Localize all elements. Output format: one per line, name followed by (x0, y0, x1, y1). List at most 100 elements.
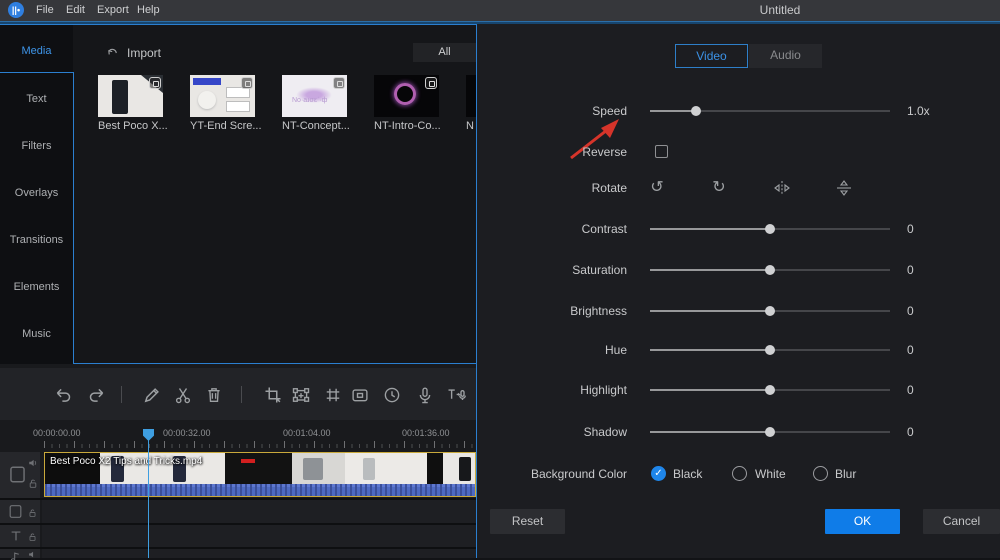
shadow-label: Shadow (477, 425, 627, 439)
video-track-2[interactable] (42, 500, 476, 523)
video-track-2-header (0, 500, 40, 523)
media-clip-thumbnail[interactable] (374, 75, 439, 117)
sidebar-item-transitions[interactable]: Transitions (0, 234, 73, 250)
redo-icon[interactable] (87, 385, 107, 405)
video-track-1-header (0, 452, 40, 498)
hue-slider[interactable] (650, 349, 890, 351)
menu-export[interactable]: Export (91, 0, 135, 21)
rotate-ccw-icon[interactable]: ↺ (645, 177, 669, 199)
menu-edit[interactable]: Edit (60, 0, 91, 21)
radio-blur[interactable] (813, 466, 828, 481)
radio-black-label[interactable]: Black (673, 467, 702, 481)
ruler-timestamp: 00:00:00.00 (33, 428, 81, 438)
reverse-label: Reverse (477, 145, 627, 159)
media-clip-thumbnail[interactable] (98, 75, 163, 117)
reset-button[interactable]: Reset (490, 509, 565, 534)
voiceover-icon[interactable] (415, 385, 435, 405)
ok-button[interactable]: OK (825, 509, 900, 534)
import-icon (105, 46, 120, 61)
media-clip-name: N (466, 120, 476, 132)
undo-icon[interactable] (53, 385, 73, 405)
text-track-icon (9, 529, 23, 543)
timeline-clip[interactable]: Best Poco X2 Tips and Tricks.mp4 (44, 452, 476, 497)
media-selection-border (73, 72, 74, 364)
sidebar-item-elements[interactable]: Elements (0, 281, 73, 297)
rotate-cw-icon[interactable]: ↻ (707, 177, 731, 199)
contrast-value: 0 (907, 222, 947, 236)
timeline-ruler[interactable] (44, 441, 476, 448)
playhead[interactable] (148, 437, 149, 558)
zoom-frame-icon[interactable] (291, 385, 311, 405)
media-filter-dropdown[interactable]: All (413, 43, 476, 62)
media-clip-thumbnail[interactable] (190, 75, 255, 117)
ruler-timestamp: 00:01:36.00 (402, 428, 450, 438)
shadow-slider[interactable] (650, 431, 890, 433)
sidebar-item-filters[interactable]: Filters (0, 140, 73, 156)
mosaic-icon[interactable] (323, 385, 343, 405)
video-type-badge-icon (149, 77, 161, 89)
freeze-frame-icon[interactable] (350, 385, 370, 405)
brightness-slider[interactable] (650, 310, 890, 312)
rotate-label: Rotate (477, 181, 627, 195)
media-clip-name: YT-End Scre... (190, 120, 270, 132)
media-clip-thumbnail[interactable]: No·aɹσεˈ·ф (282, 75, 347, 117)
flip-horizontal-icon[interactable] (770, 177, 794, 199)
radio-black[interactable]: ✓ (651, 466, 666, 481)
delete-icon[interactable] (204, 385, 224, 405)
hue-label: Hue (477, 343, 627, 357)
highlight-slider[interactable] (650, 389, 890, 391)
clip-audio-waveform (45, 484, 475, 497)
track-lock-icon[interactable] (28, 508, 37, 518)
reverse-checkbox[interactable] (655, 145, 668, 158)
sidebar-item-overlays[interactable]: Overlays (0, 187, 73, 203)
media-clip-thumbnail[interactable] (466, 75, 476, 117)
edit-icon[interactable] (142, 385, 162, 405)
music-track[interactable] (42, 549, 476, 558)
tab-audio[interactable]: Audio (749, 44, 822, 68)
brightness-value: 0 (907, 304, 947, 318)
saturation-slider[interactable] (650, 269, 890, 271)
flip-vertical-icon[interactable] (832, 177, 856, 199)
radio-blur-label[interactable]: Blur (835, 467, 856, 481)
speed-slider[interactable] (650, 110, 890, 112)
radio-white[interactable] (732, 466, 747, 481)
app-logo-icon: ||• (8, 2, 24, 18)
saturation-label: Saturation (477, 263, 627, 277)
media-selection-border (0, 24, 73, 25)
toolbar-divider (241, 386, 242, 403)
speed-slider-handle[interactable] (691, 106, 701, 116)
import-button[interactable]: Import (105, 44, 161, 62)
track-lock-icon[interactable] (28, 532, 37, 542)
toolbar-divider (121, 386, 122, 403)
tab-video[interactable]: Video (675, 44, 748, 68)
track-lock-icon[interactable] (28, 478, 38, 489)
cancel-button[interactable]: Cancel (923, 509, 1000, 534)
track-audio-icon[interactable] (28, 458, 38, 468)
sidebar-item-media[interactable]: Media (0, 45, 73, 61)
split-icon[interactable] (173, 385, 193, 405)
clip-name: Best Poco X2 Tips and Tricks.mp4 (50, 456, 202, 467)
sidebar-item-text[interactable]: Text (0, 93, 73, 109)
radio-white-label[interactable]: White (755, 467, 786, 481)
text-track[interactable] (42, 525, 476, 547)
ruler-timestamp: 00:00:32.00 (163, 428, 211, 438)
text-track-header (0, 525, 40, 547)
background-color-label: Background Color (477, 467, 627, 481)
clip-settings-panel: Video Audio Speed 1.0x Reverse Rotate ↺ … (477, 24, 1000, 558)
text-to-speech-icon[interactable] (446, 385, 466, 405)
menu-help[interactable]: Help (131, 0, 166, 21)
hue-value: 0 (907, 343, 947, 357)
highlight-label: Highlight (477, 383, 627, 397)
crop-icon[interactable] (263, 385, 283, 405)
highlight-value: 0 (907, 383, 947, 397)
menu-file[interactable]: File (30, 0, 60, 21)
saturation-value: 0 (907, 263, 947, 277)
video-type-badge-icon (425, 77, 437, 89)
media-clip-name: NT-Intro-Co... (374, 120, 454, 132)
sidebar-item-music[interactable]: Music (0, 328, 73, 344)
duration-icon[interactable] (382, 385, 402, 405)
media-clip-name: NT-Concept... (282, 120, 362, 132)
filmstrip-icon (7, 503, 24, 520)
video-type-badge-icon (241, 77, 253, 89)
contrast-slider[interactable] (650, 228, 890, 230)
